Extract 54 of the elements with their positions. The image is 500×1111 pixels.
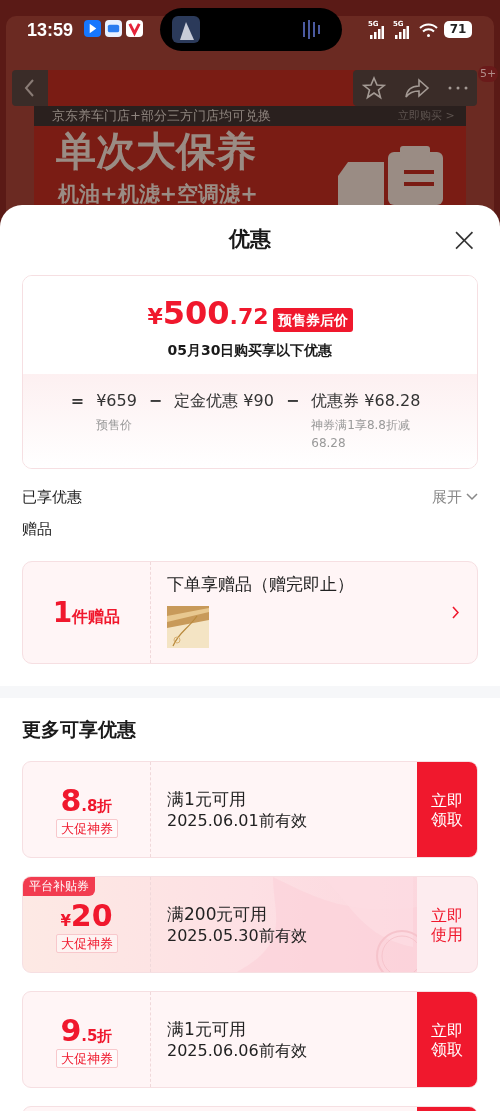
coupon-validity: 2025.06.01前有效 xyxy=(167,809,308,832)
operator-sign: = xyxy=(70,390,85,412)
gift-card[interactable]: 1件赠品 下单享赠品（赠完即止） xyxy=(22,561,478,664)
coupon-value: 9.5折 xyxy=(60,1015,113,1047)
banner-subtitle: 机油+机滤+空调滤+ xyxy=(58,183,258,205)
coupon-ribbon: 平台补贴券 xyxy=(23,877,95,896)
coupon-validity: 2025.05.30前有效 xyxy=(167,924,308,947)
banner-title: 单次大保养 xyxy=(56,127,256,176)
operator-sign: − xyxy=(148,390,163,412)
price-term: 定金优惠 ¥90 xyxy=(174,390,274,412)
gift-title: 下单享赠品（赠完即止） xyxy=(167,573,355,596)
use-button[interactable]: 立即使用 xyxy=(417,877,477,972)
coupon-tag: 大促神券 xyxy=(55,934,118,953)
app-notification-icon xyxy=(84,20,101,37)
back-icon xyxy=(23,78,37,98)
coupon-tag: 大促神券 xyxy=(55,819,118,838)
coupon-condition: 满200元可用 xyxy=(167,902,269,925)
chevron-down-icon xyxy=(466,493,478,501)
expand-toggle[interactable]: 展开 xyxy=(432,485,478,509)
section-label: 赠品 xyxy=(22,519,53,540)
coupon-condition: 满1元可用 xyxy=(167,1017,247,1040)
gift-count: 1件赠品 xyxy=(52,597,121,628)
claim-button[interactable]: 立即领取 xyxy=(417,992,477,1087)
share-icon[interactable] xyxy=(404,77,430,99)
sheet-title: 优惠 xyxy=(229,226,271,254)
operator-sign: − xyxy=(285,390,300,412)
section-title: 更多可享优惠 xyxy=(22,717,137,741)
signal-icon xyxy=(395,26,409,39)
more-icon[interactable] xyxy=(448,86,468,90)
coupon-tag: 大促神券 xyxy=(55,1049,118,1068)
price-term: ¥659 xyxy=(96,390,137,412)
chevron-right-icon xyxy=(451,606,459,619)
price-term: 优惠券 ¥68.28 xyxy=(311,390,422,412)
status-time: 13:59 xyxy=(27,19,74,42)
app-notification-icon xyxy=(105,20,122,37)
coupon-condition: 满1元可用 xyxy=(167,787,247,810)
back-button[interactable] xyxy=(12,70,48,106)
date-note: 05月30日购买享以下优惠 xyxy=(167,341,333,360)
section-label: 已享优惠 xyxy=(22,486,82,508)
coupon-value: 8.8折 xyxy=(60,785,113,817)
final-price: ¥500.72 xyxy=(147,296,269,334)
close-button[interactable]: × xyxy=(450,225,478,253)
coupon-value: ¥20 xyxy=(60,900,113,932)
star-icon[interactable] xyxy=(362,76,386,100)
term-note: 神券满1享8.8折减68.28 xyxy=(311,417,411,452)
battery-indicator: 71 xyxy=(444,21,472,38)
wifi-icon xyxy=(419,22,438,38)
term-note: 预售价 xyxy=(96,417,134,434)
app-notification-icon xyxy=(126,20,143,37)
coupon-validity: 2025.06.06前有效 xyxy=(167,1039,308,1062)
notification-badge: 5+ xyxy=(478,66,499,82)
signal-icon xyxy=(370,26,384,39)
price-tag: 预售券后价 xyxy=(272,308,353,332)
claim-button[interactable]: 立即领取 xyxy=(417,762,477,857)
